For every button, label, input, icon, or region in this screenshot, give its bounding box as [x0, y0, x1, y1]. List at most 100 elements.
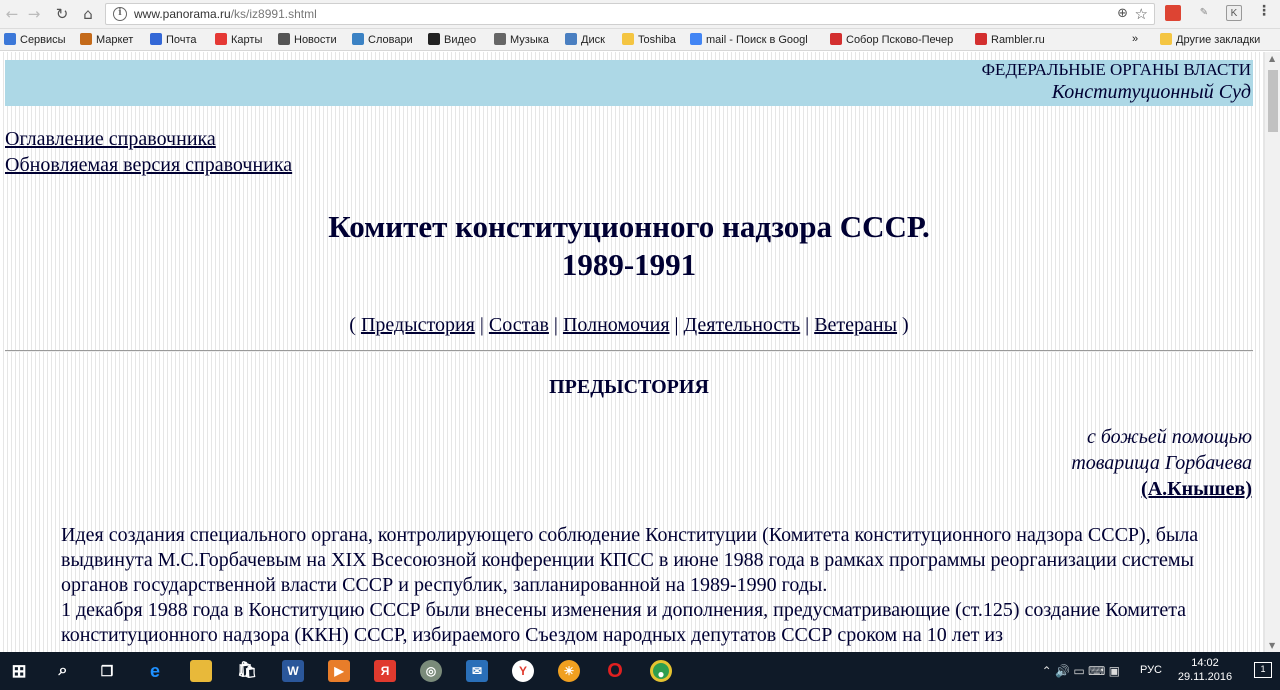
nav-separator: | — [474, 314, 489, 336]
bookmark-label: mail - Поиск в Googl — [706, 34, 808, 46]
bookmark-item[interactable]: Музыка — [494, 33, 549, 46]
folder-icon — [1160, 33, 1172, 45]
bookmark-favicon-icon — [690, 33, 702, 45]
bookmark-label: Сервисы — [20, 34, 66, 46]
page-title: Комитет конституционного надзора СССР. 1… — [0, 208, 1258, 284]
bookmark-favicon-icon — [4, 33, 16, 45]
bookmark-item[interactable]: Карты — [215, 33, 262, 46]
app-circle-icon[interactable]: ◎ — [420, 660, 442, 682]
clock[interactable]: 14:02 29.11.2016 — [1170, 656, 1240, 684]
bookmark-item[interactable]: Собор Псково-Печер — [830, 33, 953, 46]
store-icon[interactable]: 🛍 — [236, 660, 258, 682]
opera-icon[interactable]: O — [604, 660, 626, 682]
url-text[interactable]: www.panorama.ru/ks/iz8991.shtml — [134, 7, 317, 21]
bookmark-favicon-icon — [975, 33, 987, 45]
bookmark-item[interactable]: Видео — [428, 33, 476, 46]
paragraph: 1 декабря 1988 года в Конституцию СССР б… — [61, 599, 1187, 646]
file-explorer-icon[interactable] — [190, 660, 212, 682]
search-icon[interactable]: ⌕ — [52, 660, 74, 682]
bookmark-star-icon[interactable]: ☆ — [1135, 5, 1148, 23]
bookmark-item[interactable]: Диск — [565, 33, 605, 46]
bookmark-item[interactable]: Сервисы — [4, 33, 66, 46]
scroll-up-icon[interactable]: ▲ — [1269, 54, 1275, 63]
bookmark-label: Карты — [231, 34, 263, 46]
nav-link[interactable]: Деятельность — [684, 314, 801, 336]
url-host: www.panorama.ru — [134, 7, 231, 21]
bookmark-label: Toshiba — [638, 34, 676, 46]
bookmarks-bar: Сервисы Маркет Почта Карты Новости Словари Вид… — [0, 29, 1280, 51]
other-bookmarks[interactable]: Другие закладки — [1160, 33, 1260, 46]
bookmark-item[interactable]: Почта — [150, 33, 197, 46]
language-indicator[interactable]: РУС — [1140, 664, 1162, 676]
bookmark-label: Маркет — [96, 34, 134, 46]
section-nav: ( Предыстория | Состав | Полномочия | Де… — [0, 314, 1258, 337]
word-icon[interactable]: W — [282, 660, 304, 682]
bookmark-favicon-icon — [830, 33, 842, 45]
bookmark-favicon-icon — [80, 33, 92, 45]
bookmark-label: Rambler.ru — [991, 34, 1045, 46]
forward-arrow-icon[interactable]: → — [24, 4, 44, 24]
banner-title: ФЕДЕРАЛЬНЫЕ ОРГАНЫ ВЛАСТИ — [981, 60, 1251, 79]
epigraph: с божьей помощью товарища Горбачева (А.К… — [1071, 424, 1252, 502]
tray-icons[interactable]: ⌃ 🔊 ▭ ⌨ ▣ — [1042, 664, 1120, 678]
header-banner: ФЕДЕРАЛЬНЫЕ ОРГАНЫ ВЛАСТИ Конституционны… — [5, 60, 1253, 106]
nav-separator: | — [669, 314, 684, 336]
banner-subtitle: Конституционный Суд — [1051, 81, 1251, 103]
bookmark-favicon-icon — [352, 33, 364, 45]
reload-icon[interactable]: ↻ — [52, 4, 72, 24]
nav-link[interactable]: Состав — [489, 314, 549, 336]
bookmark-label: Видео — [444, 34, 477, 46]
bookmarks-overflow-button[interactable]: » — [1132, 33, 1138, 45]
browser-toolbar: ← → ↻ ⌂ i www.panorama.ru/ks/iz8991.shtm… — [0, 0, 1280, 29]
toc-link[interactable]: Оглавление справочника — [5, 128, 216, 151]
bookmark-label: Музыка — [510, 34, 549, 46]
yandex-app-icon[interactable]: Я — [374, 660, 396, 682]
bookmark-favicon-icon — [565, 33, 577, 45]
bookmark-favicon-icon — [150, 33, 162, 45]
paragraph: Идея создания специального органа, контр… — [61, 524, 1199, 596]
bookmark-favicon-icon — [278, 33, 290, 45]
bookmark-item[interactable]: mail - Поиск в Googl — [690, 33, 808, 46]
epigraph-line: с божьей помощью — [1086, 426, 1252, 448]
menu-icon[interactable]: ⋮ — [1256, 3, 1272, 19]
bookmark-favicon-icon — [622, 33, 634, 45]
bookmark-favicon-icon — [428, 33, 440, 45]
bookmark-item[interactable]: Новости — [278, 33, 337, 46]
mail-icon[interactable]: ✉ — [466, 660, 488, 682]
media-icon[interactable]: ▶ — [328, 660, 350, 682]
page-viewport: ФЕДЕРАЛЬНЫЕ ОРГАНЫ ВЛАСТИ Конституционны… — [0, 52, 1264, 652]
info-icon[interactable]: i — [113, 7, 127, 21]
divider — [5, 350, 1253, 352]
bookmark-item[interactable]: Маркет — [80, 33, 133, 46]
extension-icon[interactable]: ✎ — [1196, 5, 1212, 21]
vertical-scrollbar[interactable]: ▲ ▼ — [1264, 52, 1280, 652]
bookmark-item[interactable]: Словари — [352, 33, 413, 46]
windows-start-icon[interactable]: ⊞ — [8, 660, 30, 682]
notifications-icon[interactable]: 1 — [1254, 662, 1272, 678]
bookmark-item[interactable]: Toshiba — [622, 33, 676, 46]
nav-link[interactable]: Предыстория — [361, 314, 475, 336]
nav-link[interactable]: Полномочия — [563, 314, 670, 336]
bookmark-item[interactable]: Rambler.ru — [975, 33, 1045, 46]
extension-flag-icon[interactable] — [1165, 5, 1181, 21]
epigraph-author-link[interactable]: (А.Кнышев) — [1141, 478, 1252, 500]
edge-icon[interactable]: e — [144, 660, 166, 682]
bookmark-label: Почта — [166, 34, 197, 46]
nav-link[interactable]: Ветераны — [814, 314, 897, 336]
back-arrow-icon[interactable]: ← — [2, 4, 22, 24]
chrome-icon[interactable]: ● — [650, 660, 672, 682]
scroll-down-icon[interactable]: ▼ — [1269, 641, 1275, 650]
nav-separator: | — [800, 314, 815, 336]
address-bar[interactable]: i www.panorama.ru/ks/iz8991.shtml ⊕ ☆ — [105, 3, 1155, 25]
nav-paren: ) — [897, 314, 909, 336]
other-bookmarks-label: Другие закладки — [1176, 34, 1261, 46]
updated-version-link[interactable]: Обновляемая версия справочника — [5, 154, 292, 177]
extension-k-icon[interactable]: K — [1226, 5, 1242, 21]
title-years: 1989-1991 — [561, 247, 697, 282]
zoom-icon[interactable]: ⊕ — [1117, 6, 1128, 21]
home-icon[interactable]: ⌂ — [78, 4, 98, 24]
yandex-browser-icon[interactable]: Y — [512, 660, 534, 682]
app-sun-icon[interactable]: ☀ — [558, 660, 580, 682]
task-view-icon[interactable]: ❐ — [96, 660, 118, 682]
scroll-thumb[interactable] — [1268, 70, 1278, 132]
